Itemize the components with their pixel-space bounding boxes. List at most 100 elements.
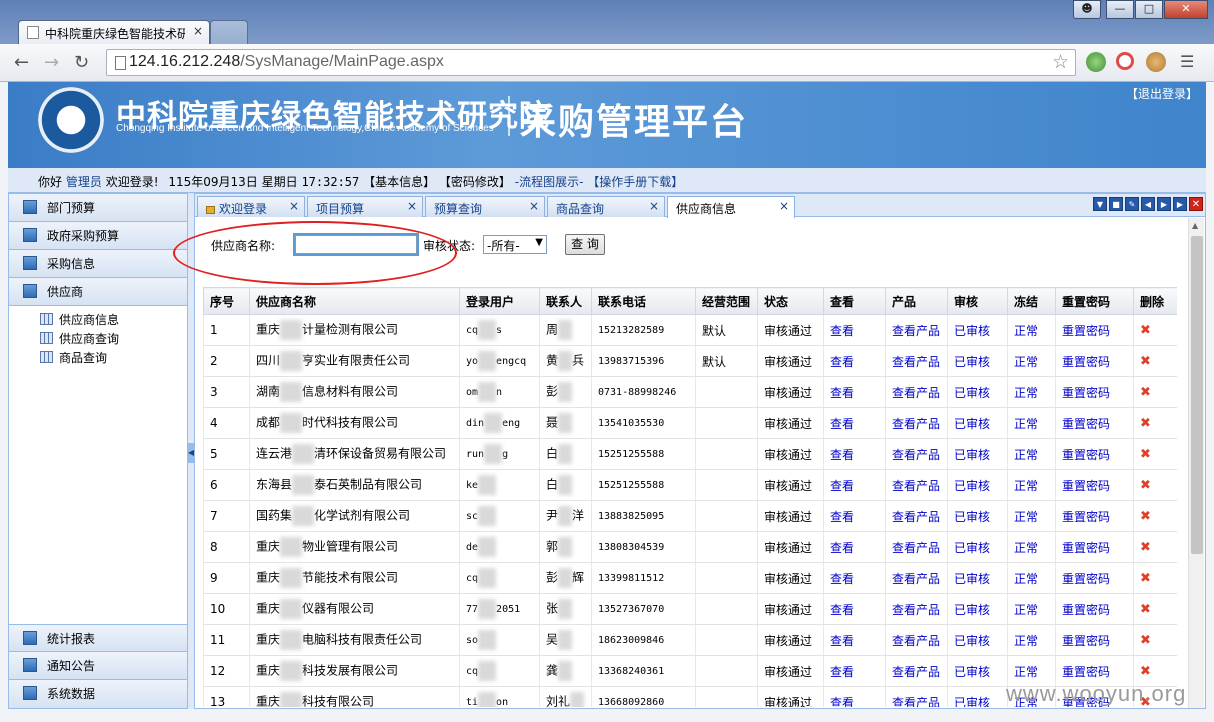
view-link[interactable]: 查看	[830, 510, 854, 524]
menu-icon[interactable]: ☰	[1180, 52, 1194, 71]
sidebar-sub-supplier-info[interactable]: 供应商信息	[9, 310, 187, 329]
delete-icon[interactable]: ✖	[1140, 540, 1151, 555]
view-link[interactable]: 查看	[830, 386, 854, 400]
audited-link[interactable]: 已审核	[954, 448, 990, 462]
delete-icon[interactable]: ✖	[1140, 416, 1151, 431]
view-products-link[interactable]: 查看产品	[892, 696, 940, 708]
reload-icon[interactable]: ↻	[74, 52, 89, 73]
scroll-up-arrow-icon[interactable]: ▲	[1192, 221, 1198, 230]
audited-link[interactable]: 已审核	[954, 634, 990, 648]
audited-link[interactable]: 已审核	[954, 386, 990, 400]
view-products-link[interactable]: 查看产品	[892, 572, 940, 586]
freeze-link[interactable]: 正常	[1014, 417, 1038, 431]
back-arrow-icon[interactable]: ←	[14, 52, 29, 73]
basic-info-link[interactable]: 【基本信息】	[363, 175, 435, 189]
freeze-link[interactable]: 正常	[1014, 541, 1038, 555]
logout-link[interactable]: 【退出登录】	[1126, 85, 1198, 102]
view-products-link[interactable]: 查看产品	[892, 417, 940, 431]
close-window-button[interactable]: ✕	[1164, 0, 1208, 19]
freeze-link[interactable]: 正常	[1014, 479, 1038, 493]
user-profile-icon[interactable]: ☻	[1073, 0, 1101, 19]
close-tab-icon[interactable]: ×	[407, 199, 417, 213]
view-link[interactable]: 查看	[830, 696, 854, 708]
view-link[interactable]: 查看	[830, 603, 854, 617]
view-products-link[interactable]: 查看产品	[892, 448, 940, 462]
view-products-link[interactable]: 查看产品	[892, 603, 940, 617]
view-products-link[interactable]: 查看产品	[892, 510, 940, 524]
address-bar[interactable]: 124.16.212.248/SysManage/MainPage.aspx ☆	[106, 49, 1076, 76]
new-tab-button[interactable]	[210, 20, 248, 44]
view-link[interactable]: 查看	[830, 355, 854, 369]
view-link[interactable]: 查看	[830, 541, 854, 555]
tab-project-budget[interactable]: 项目预算 ×	[307, 196, 423, 217]
vertical-scrollbar[interactable]: ▲	[1188, 218, 1204, 708]
audited-link[interactable]: 已审核	[954, 696, 990, 708]
scroll-thumb[interactable]	[1191, 236, 1203, 554]
tab-refresh-icon[interactable]: ✎	[1125, 197, 1139, 211]
freeze-link[interactable]: 正常	[1014, 386, 1038, 400]
view-link[interactable]: 查看	[830, 634, 854, 648]
audited-link[interactable]: 已审核	[954, 510, 990, 524]
view-products-link[interactable]: 查看产品	[892, 634, 940, 648]
freeze-link[interactable]: 正常	[1014, 665, 1038, 679]
close-tab-icon[interactable]: ×	[529, 199, 539, 213]
delete-icon[interactable]: ✖	[1140, 385, 1151, 400]
reset-password-link[interactable]: 重置密码	[1062, 355, 1110, 369]
extension-cookie-icon[interactable]	[1146, 52, 1166, 72]
sidebar-item-notices[interactable]: 通知公告	[9, 652, 187, 680]
audited-link[interactable]: 已审核	[954, 324, 990, 338]
delete-icon[interactable]: ✖	[1140, 571, 1151, 586]
delete-icon[interactable]: ✖	[1140, 354, 1151, 369]
browser-tab-active[interactable]: 中科院重庆绿色智能技术研 ×	[18, 20, 210, 44]
sidebar-item-system-data[interactable]: 系统数据	[9, 680, 187, 708]
reset-password-link[interactable]: 重置密码	[1062, 634, 1110, 648]
close-tab-icon[interactable]: ×	[649, 199, 659, 213]
view-link[interactable]: 查看	[830, 448, 854, 462]
tab-close-all-icon[interactable]: ✕	[1189, 197, 1203, 211]
freeze-link[interactable]: 正常	[1014, 448, 1038, 462]
reset-password-link[interactable]: 重置密码	[1062, 572, 1110, 586]
reset-password-link[interactable]: 重置密码	[1062, 603, 1110, 617]
delete-icon[interactable]: ✖	[1140, 447, 1151, 462]
extension-red-icon[interactable]	[1116, 52, 1134, 70]
reset-password-link[interactable]: 重置密码	[1062, 479, 1110, 493]
audited-link[interactable]: 已审核	[954, 572, 990, 586]
tab-product-query[interactable]: 商品查询 ×	[547, 196, 665, 217]
delete-icon[interactable]: ✖	[1140, 323, 1151, 338]
sidebar-item-supplier[interactable]: 供应商	[9, 278, 187, 306]
tab-supplier-info[interactable]: 供应商信息 ×	[667, 196, 795, 218]
audit-status-select[interactable]: -所有- ▼	[483, 235, 547, 254]
sidebar-item-gov-budget[interactable]: 政府采购预算	[9, 222, 187, 250]
delete-icon[interactable]: ✖	[1140, 664, 1151, 679]
tab-prev-icon[interactable]: ◀	[1141, 197, 1155, 211]
tab-budget-query[interactable]: 预算查询 ×	[425, 196, 545, 217]
tab-lock-icon[interactable]: ■	[1109, 197, 1123, 211]
reset-password-link[interactable]: 重置密码	[1062, 665, 1110, 679]
flowchart-link[interactable]: -流程图展示-	[515, 175, 584, 189]
delete-icon[interactable]: ✖	[1140, 478, 1151, 493]
view-link[interactable]: 查看	[830, 324, 854, 338]
view-link[interactable]: 查看	[830, 417, 854, 431]
freeze-link[interactable]: 正常	[1014, 603, 1038, 617]
sidebar-item-reports[interactable]: 统计报表	[9, 624, 187, 652]
audited-link[interactable]: 已审核	[954, 417, 990, 431]
view-link[interactable]: 查看	[830, 665, 854, 679]
reset-password-link[interactable]: 重置密码	[1062, 541, 1110, 555]
sidebar-item-purchase-info[interactable]: 采购信息	[9, 250, 187, 278]
delete-icon[interactable]: ✖	[1140, 509, 1151, 524]
reset-password-link[interactable]: 重置密码	[1062, 386, 1110, 400]
bookmark-star-icon[interactable]: ☆	[1052, 51, 1069, 73]
password-change-link[interactable]: 【密码修改】	[439, 175, 511, 189]
close-tab-icon[interactable]: ×	[289, 199, 299, 213]
freeze-link[interactable]: 正常	[1014, 634, 1038, 648]
audited-link[interactable]: 已审核	[954, 479, 990, 493]
view-products-link[interactable]: 查看产品	[892, 386, 940, 400]
maximize-button[interactable]: □	[1135, 0, 1163, 19]
close-tab-icon[interactable]: ×	[193, 24, 203, 38]
search-button[interactable]: 查 询	[565, 234, 605, 255]
reset-password-link[interactable]: 重置密码	[1062, 324, 1110, 338]
view-products-link[interactable]: 查看产品	[892, 541, 940, 555]
tab-list-icon[interactable]: ▼	[1093, 197, 1107, 211]
manual-download-link[interactable]: 【操作手册下载】	[587, 175, 683, 189]
view-link[interactable]: 查看	[830, 479, 854, 493]
